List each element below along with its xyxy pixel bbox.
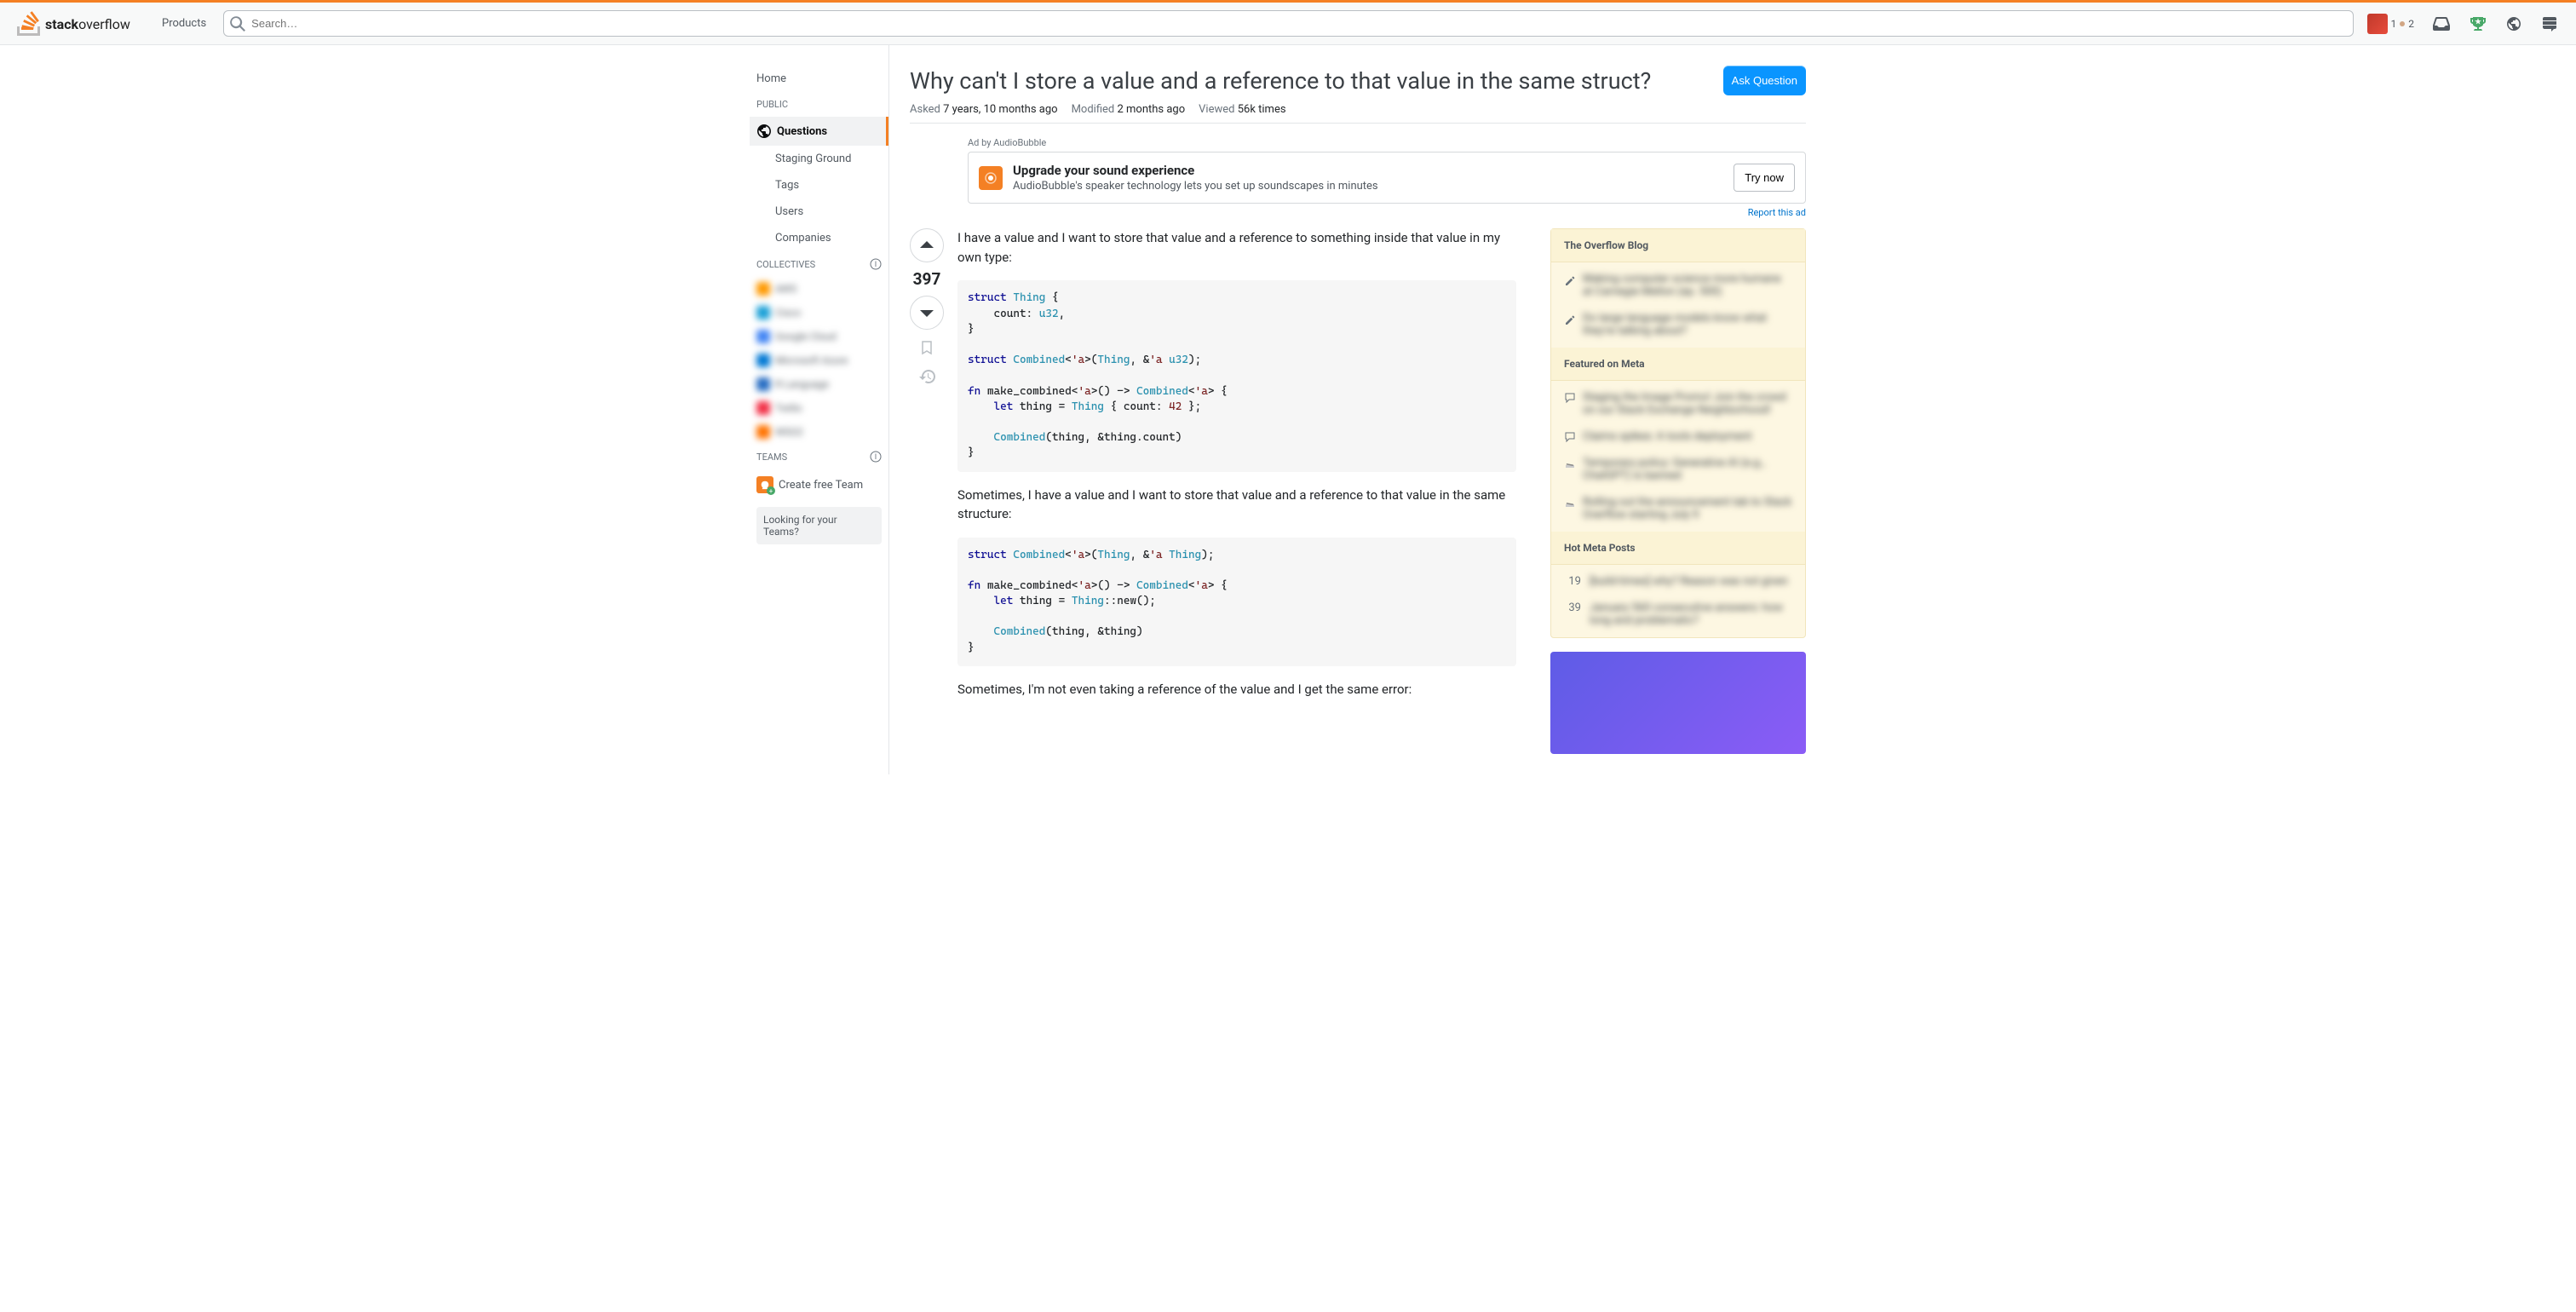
collective-item[interactable]: Twilio	[750, 396, 888, 420]
help-icon[interactable]	[2498, 3, 2530, 44]
reputation: 1	[2391, 18, 2397, 30]
collective-item[interactable]: AWS	[750, 277, 888, 301]
site-switcher-icon[interactable]	[2533, 3, 2566, 44]
meta-item[interactable]: Temporary policy: Generative AI (e.g., C…	[1551, 450, 1805, 489]
stack-icon	[1564, 457, 1576, 482]
bookmark-icon[interactable]	[916, 337, 938, 359]
user-profile-link[interactable]: 1 2	[2360, 3, 2422, 44]
upvote-button[interactable]	[910, 228, 944, 262]
code-block: struct Thing { count: u32, } struct Comb…	[957, 280, 1516, 471]
nav-companies[interactable]: Companies	[750, 225, 888, 251]
question-header: Why can't I store a value and a referenc…	[910, 66, 1806, 96]
search-input[interactable]	[223, 10, 2353, 37]
main-content: Why can't I store a value and a referenc…	[889, 45, 1826, 774]
nav-questions-label: Questions	[777, 125, 827, 138]
nav-tags[interactable]: Tags	[750, 172, 888, 199]
question-title: Why can't I store a value and a referenc…	[910, 66, 1651, 96]
display-ad[interactable]	[1550, 652, 1806, 754]
speech-icon	[1564, 430, 1576, 443]
paragraph: I have a value and I want to store that …	[957, 228, 1516, 267]
ad-logo-icon	[979, 166, 1003, 190]
avatar	[2367, 14, 2388, 34]
speech-icon	[1564, 391, 1576, 417]
plus-badge-icon: +	[767, 486, 775, 495]
nav-questions[interactable]: Questions	[750, 117, 888, 146]
pencil-icon	[1564, 274, 1576, 298]
top-bar: stackoverflow Products 1 2	[0, 3, 2576, 45]
nav-collectives-heading: COLLECTIVES i	[750, 251, 888, 277]
bronze-count: 2	[2408, 18, 2414, 30]
paragraph: Sometimes, I have a value and I want to …	[957, 486, 1516, 524]
globe-icon	[756, 124, 772, 139]
paragraph: Sometimes, I'm not even taking a referen…	[957, 680, 1516, 699]
svg-text:i: i	[875, 453, 877, 462]
ad-title: Upgrade your sound experience	[1013, 163, 1734, 178]
hot-meta-item[interactable]: 19 [build-times] why? Reason was not giv…	[1551, 568, 1805, 595]
stack-icon	[1564, 496, 1576, 521]
bronze-badge-dot	[2400, 21, 2405, 26]
ad-banner[interactable]: Upgrade your sound experience AudioBubbl…	[968, 152, 1806, 204]
overflow-blog-widget: The Overflow Blog Making computer scienc…	[1550, 228, 1806, 638]
nav-public-heading: PUBLIC	[750, 92, 888, 117]
widget-header: Featured on Meta	[1551, 348, 1805, 381]
post-layout: 397 I have a value and I want to store t…	[910, 228, 1806, 754]
ad-cta-button[interactable]: Try now	[1734, 164, 1795, 192]
hot-meta-item[interactable]: 39 January 560 consecutive answers: how …	[1551, 595, 1805, 634]
question-meta: Asked 7 years, 10 months ago Modified 2 …	[910, 103, 1806, 124]
create-team-label: Create free Team	[779, 479, 863, 492]
collective-item[interactable]: WSO2	[750, 420, 888, 444]
collective-item[interactable]: Google Cloud	[750, 325, 888, 348]
info-icon[interactable]: i	[870, 258, 882, 270]
meta-item[interactable]: Rolling out the announcement tab to Stac…	[1551, 489, 1805, 528]
viewed-meta: Viewed 56k times	[1199, 103, 1285, 116]
collective-item[interactable]: Microsoft Azure	[750, 348, 888, 372]
ad-label: Ad by AudioBubble	[968, 137, 1806, 148]
blog-item[interactable]: Do large language models know what they'…	[1551, 305, 1805, 344]
logo[interactable]: stackoverflow	[10, 11, 152, 37]
nav-users[interactable]: Users	[750, 199, 888, 225]
products-link[interactable]: Products	[152, 12, 216, 35]
collective-item[interactable]: Cisco	[750, 301, 888, 325]
code-block: struct Combined<'a>(Thing, &'a Thing); f…	[957, 538, 1516, 666]
pencil-icon	[1564, 314, 1576, 337]
nav-home[interactable]: Home	[750, 66, 888, 92]
widget-header: Hot Meta Posts	[1551, 532, 1805, 565]
info-icon[interactable]: i	[870, 451, 882, 463]
team-icon: +	[756, 476, 773, 493]
ad-text: Upgrade your sound experience AudioBubbl…	[1013, 163, 1734, 193]
search-icon	[230, 16, 245, 32]
asked-meta[interactable]: Asked 7 years, 10 months ago	[910, 103, 1058, 116]
report-ad-link[interactable]: Report this ad	[968, 207, 1806, 218]
hot-score: 19	[1564, 575, 1581, 588]
inbox-icon[interactable]	[2424, 3, 2458, 44]
hot-score: 39	[1564, 601, 1581, 627]
history-icon[interactable]	[916, 365, 939, 388]
nav-teams-heading: TEAMS i	[750, 444, 888, 469]
achievements-icon[interactable]	[2462, 3, 2494, 44]
vote-count: 397	[913, 269, 941, 289]
search-bar	[223, 10, 2353, 37]
svg-text:i: i	[875, 261, 877, 269]
meta-item[interactable]: Claims spikes: A tools deployment	[1551, 423, 1805, 450]
ad-desc: AudioBubble's speaker technology lets yo…	[1013, 180, 1734, 193]
widget-header: The Overflow Blog	[1551, 229, 1805, 262]
blog-item[interactable]: Making computer science more humane at C…	[1551, 266, 1805, 305]
ask-question-button[interactable]: Ask Question	[1723, 66, 1806, 95]
svg-text:stackoverflow: stackoverflow	[45, 16, 130, 32]
collective-item[interactable]: R Language	[750, 372, 888, 396]
create-team-link[interactable]: + Create free Team	[750, 469, 888, 500]
modified-meta[interactable]: Modified 2 months ago	[1072, 103, 1186, 116]
left-sidebar: Home PUBLIC Questions Staging Ground Tag…	[750, 45, 889, 774]
meta-item[interactable]: Staging the Image Promo! Join the crowd …	[1551, 384, 1805, 423]
vote-column: 397	[910, 228, 944, 754]
looking-for-teams[interactable]: Looking for your Teams?	[756, 507, 882, 544]
nav-staging[interactable]: Staging Ground	[750, 146, 888, 172]
downvote-button[interactable]	[910, 296, 944, 330]
right-sidebar: The Overflow Blog Making computer scienc…	[1550, 228, 1806, 754]
topbar-right: 1 2	[2360, 3, 2567, 44]
post-body: I have a value and I want to store that …	[957, 228, 1516, 754]
